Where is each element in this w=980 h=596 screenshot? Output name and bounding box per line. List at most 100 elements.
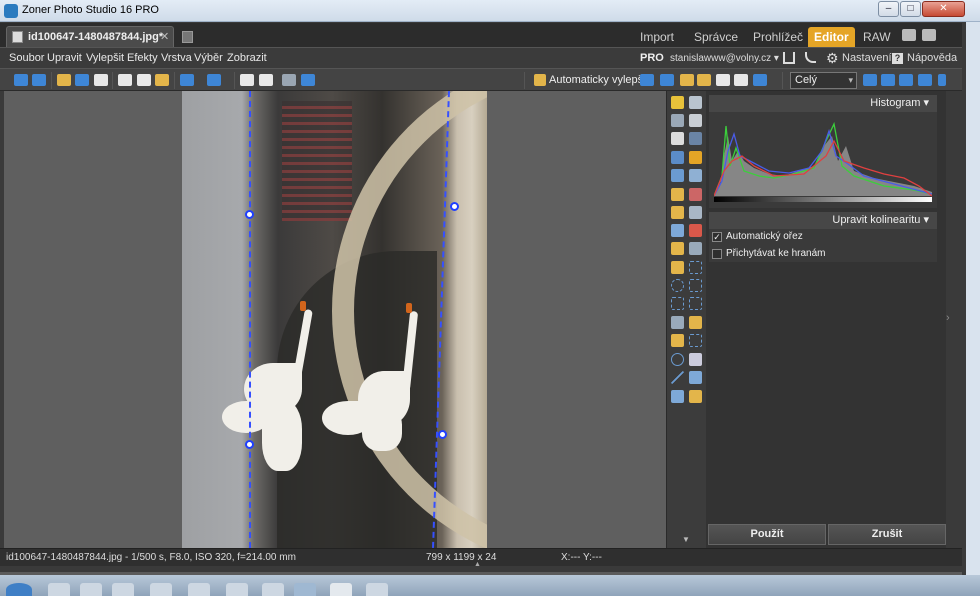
taskbar-app-icon[interactable] xyxy=(188,583,210,596)
levels-icon[interactable] xyxy=(640,74,654,86)
color-brush-icon[interactable] xyxy=(689,224,702,237)
zoom-100-icon[interactable] xyxy=(899,74,913,86)
ellipse-select-icon[interactable] xyxy=(671,279,684,292)
menu-vylepsit[interactable]: Vylepšit xyxy=(86,52,124,64)
lightning-icon[interactable] xyxy=(671,96,684,109)
single-view-icon[interactable] xyxy=(282,74,296,86)
picture-icon[interactable] xyxy=(671,151,684,164)
text-icon[interactable] xyxy=(689,371,702,384)
transform-icon[interactable] xyxy=(689,169,702,182)
print-tool-icon[interactable] xyxy=(689,96,702,109)
module-editor[interactable]: Editor xyxy=(808,27,855,48)
settings-link[interactable]: Nastavení xyxy=(842,52,892,64)
heal-icon[interactable] xyxy=(689,206,702,219)
frame-icon[interactable] xyxy=(671,169,684,182)
redo-icon[interactable] xyxy=(207,74,221,86)
crop-line-left[interactable] xyxy=(249,91,251,548)
close-window-button[interactable]: ✕ xyxy=(922,1,965,17)
help-link[interactable]: Nápověda xyxy=(907,52,957,64)
chevron-down-icon[interactable]: ▼ xyxy=(682,535,690,544)
magic-select-icon[interactable] xyxy=(671,316,684,329)
pencil-icon[interactable] xyxy=(671,242,684,255)
new-document-icon[interactable] xyxy=(182,31,193,43)
snap-to-edges-checkbox[interactable] xyxy=(712,249,722,259)
taskbar-app-icon[interactable] xyxy=(294,583,316,596)
zoom-out-icon[interactable] xyxy=(881,74,895,86)
magnet-select-icon[interactable] xyxy=(689,297,702,310)
taskbar-app-icon[interactable] xyxy=(112,583,134,596)
select-all-icon[interactable] xyxy=(689,334,702,347)
brush-icon[interactable] xyxy=(671,224,684,237)
panel-collapse-icon[interactable]: › xyxy=(946,312,950,324)
save-icon[interactable] xyxy=(75,74,89,86)
layout-icon[interactable] xyxy=(301,74,315,86)
photo[interactable] xyxy=(182,91,487,548)
print-icon[interactable] xyxy=(94,74,108,86)
collinearity-header[interactable]: Upravit kolinearitu ▾ xyxy=(709,212,937,229)
scanner-icon[interactable] xyxy=(671,114,684,127)
chevron-up-icon[interactable]: ▲ xyxy=(474,561,481,568)
stamp-icon[interactable] xyxy=(671,206,684,219)
auto-crop-checkbox[interactable]: ✓ xyxy=(712,232,722,242)
taskbar-app-icon[interactable] xyxy=(80,583,102,596)
fullscreen-icon[interactable] xyxy=(902,29,916,41)
help-icon[interactable]: ? xyxy=(892,53,903,64)
panel-toggle-icon[interactable] xyxy=(938,74,946,86)
gradient-icon[interactable] xyxy=(671,334,684,347)
close-tab-icon[interactable]: ✕ xyxy=(160,30,169,43)
zoom-select[interactable]: Celý ▾ xyxy=(790,72,857,89)
magnifier-icon[interactable] xyxy=(689,114,702,127)
taskbar-app-icon[interactable] xyxy=(330,583,352,596)
ruler-icon[interactable] xyxy=(671,261,684,274)
split-view-icon[interactable] xyxy=(259,74,273,86)
forward-arrow-icon[interactable] xyxy=(32,74,46,86)
shape-icon[interactable] xyxy=(689,353,702,366)
histogram-tool-icon[interactable] xyxy=(660,74,674,86)
eraser-icon[interactable] xyxy=(689,242,702,255)
copy-icon[interactable] xyxy=(118,74,132,86)
lasso-icon[interactable] xyxy=(689,279,702,292)
brush-select-icon[interactable] xyxy=(689,316,702,329)
polygon-select-icon[interactable] xyxy=(671,297,684,310)
object-icon[interactable] xyxy=(689,390,702,403)
menu-zobrazit[interactable]: Zobrazit xyxy=(227,52,267,64)
back-arrow-icon[interactable] xyxy=(14,74,28,86)
omega-icon[interactable] xyxy=(671,353,684,366)
auto-enhance-button[interactable]: Automaticky vylepšit xyxy=(549,74,649,86)
menu-vyber[interactable]: Výběr xyxy=(194,52,223,64)
menu-efekty[interactable]: Efekty xyxy=(127,52,158,64)
hand-icon[interactable] xyxy=(671,132,684,145)
cart-icon[interactable] xyxy=(783,52,795,64)
zoom-in-icon[interactable] xyxy=(863,74,877,86)
redeye-icon[interactable] xyxy=(689,188,702,201)
taskbar-app-icon[interactable] xyxy=(262,583,284,596)
fit-icon[interactable] xyxy=(918,74,932,86)
apply-button[interactable]: Použít xyxy=(708,524,826,545)
module-spravce[interactable]: Správce xyxy=(688,27,744,47)
effects-icon[interactable] xyxy=(753,74,767,86)
image-icon[interactable] xyxy=(734,74,748,86)
start-button-icon[interactable] xyxy=(6,583,32,596)
module-raw[interactable]: RAW xyxy=(857,27,897,47)
image-canvas[interactable] xyxy=(4,91,666,548)
account-menu[interactable]: stanislawww@volny.cz ▾ xyxy=(670,53,779,64)
rotate-icon[interactable] xyxy=(671,188,684,201)
compare-icon[interactable] xyxy=(240,74,254,86)
open-folder-icon[interactable] xyxy=(57,74,71,86)
crop-handle-bottom-right[interactable] xyxy=(438,430,447,439)
bulb-icon[interactable] xyxy=(697,74,711,86)
menu-soubor[interactable]: Soubor xyxy=(9,52,44,64)
tab-document[interactable]: id100647-1480487844.jpg* ✕ xyxy=(6,26,174,47)
maximize-button[interactable]: □ xyxy=(900,1,921,17)
crop-handle-bottom-left[interactable] xyxy=(245,440,254,449)
paste-icon[interactable] xyxy=(137,74,151,86)
color-icon[interactable] xyxy=(680,74,694,86)
rect-select-icon[interactable] xyxy=(689,261,702,274)
histogram-header[interactable]: Histogram ▾ xyxy=(709,95,937,112)
menu-upravit[interactable]: Upravit xyxy=(47,52,82,64)
taskbar-app-icon[interactable] xyxy=(48,583,70,596)
collinearity-icon[interactable] xyxy=(689,151,702,164)
monitor-icon[interactable] xyxy=(922,29,936,41)
clipboard-icon[interactable] xyxy=(155,74,169,86)
watermark-icon[interactable] xyxy=(671,390,684,403)
